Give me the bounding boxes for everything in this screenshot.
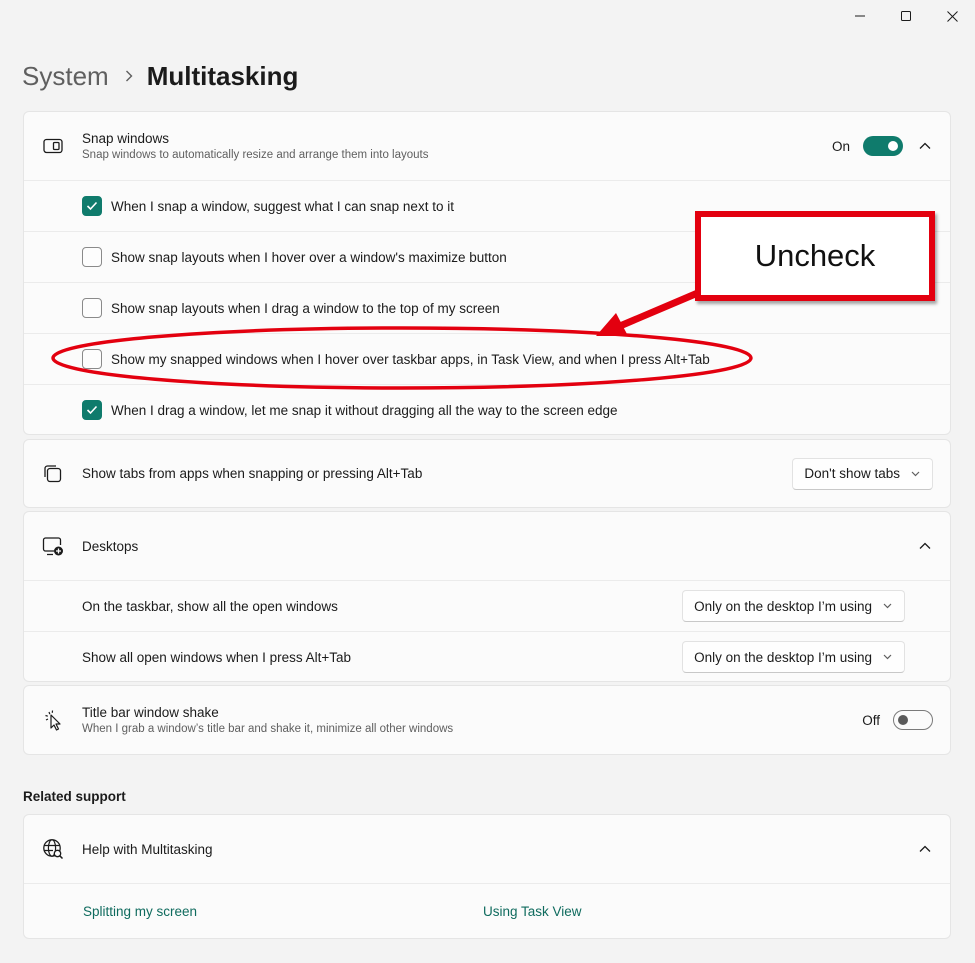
- snapped-windows-groups-checkbox[interactable]: [82, 349, 102, 369]
- snap-layouts-hover-checkbox[interactable]: [82, 247, 102, 267]
- shake-row: Title bar window shake When I grab a win…: [24, 686, 950, 754]
- breadcrumb: System Multitasking: [22, 58, 298, 94]
- alttab-windows-dropdown-value: Only on the desktop I’m using: [694, 649, 872, 665]
- chevron-up-icon[interactable]: [917, 845, 933, 853]
- help-card: Help with Multitasking Splitting my scre…: [23, 814, 951, 939]
- snap-windows-header[interactable]: Snap windows Snap windows to automatical…: [24, 112, 950, 180]
- minimize-button[interactable]: [837, 0, 883, 32]
- snap-windows-toggle-state: On: [831, 138, 850, 154]
- snap-option-row[interactable]: When I drag a window, let me snap it wit…: [24, 384, 950, 434]
- snap-option-row[interactable]: Show my snapped windows when I hover ove…: [24, 333, 950, 384]
- checkmark-icon: [86, 405, 98, 415]
- snap-layouts-drag-checkbox[interactable]: [82, 298, 102, 318]
- cursor-shake-icon: [24, 709, 82, 731]
- shake-toggle-state: Off: [862, 712, 880, 728]
- tabs-icon: [24, 464, 82, 484]
- window-controls: [837, 0, 975, 32]
- help-title: Help with Multitasking: [82, 841, 213, 857]
- annotation-callout: Uncheck: [695, 211, 935, 301]
- desktops-taskbar-row: On the taskbar, show all the open window…: [24, 580, 950, 631]
- snap-windows-toggle[interactable]: [863, 136, 903, 156]
- breadcrumb-system-link[interactable]: System: [22, 61, 109, 92]
- desktops-alttab-row: Show all open windows when I press Alt+T…: [24, 631, 950, 681]
- help-links-row: Splitting my screen Using Task View: [24, 883, 950, 938]
- close-icon: [946, 10, 958, 22]
- desktops-taskbar-label: On the taskbar, show all the open window…: [82, 598, 338, 614]
- tabs-setting-row: Show tabs from apps when snapping or pre…: [24, 440, 950, 507]
- taskbar-windows-dropdown[interactable]: Only on the desktop I’m using: [682, 590, 905, 622]
- tabs-setting-label: Show tabs from apps when snapping or pre…: [82, 466, 423, 481]
- tabs-dropdown-value: Don't show tabs: [804, 466, 900, 481]
- snap-windows-title: Snap windows: [82, 131, 170, 146]
- chevron-up-icon[interactable]: [917, 142, 933, 150]
- related-support-heading: Related support: [23, 789, 126, 804]
- chevron-down-icon: [911, 471, 920, 477]
- chevron-right-icon: [125, 70, 133, 82]
- snap-option-label: Show my snapped windows when I hover ove…: [111, 351, 710, 367]
- desktops-alttab-label: Show all open windows when I press Alt+T…: [82, 649, 352, 665]
- using-task-view-link[interactable]: Using Task View: [483, 884, 582, 938]
- chevron-down-icon: [883, 654, 892, 660]
- minimize-icon: [855, 15, 865, 17]
- desktops-icon: [24, 536, 82, 556]
- page-title: Multitasking: [146, 60, 299, 91]
- snap-windows-description: Snap windows to automatically resize and…: [82, 149, 429, 161]
- shake-description: When I grab a window’s title bar and sha…: [82, 723, 454, 735]
- globe-search-icon: [24, 838, 82, 860]
- maximize-button[interactable]: [883, 0, 929, 32]
- snap-suggest-checkbox[interactable]: [82, 196, 102, 216]
- tabs-dropdown[interactable]: Don't show tabs: [792, 457, 933, 490]
- snap-windows-icon: [24, 138, 82, 154]
- shake-toggle[interactable]: [893, 710, 933, 730]
- snap-without-edge-checkbox[interactable]: [82, 400, 102, 420]
- chevron-up-icon[interactable]: [917, 542, 933, 550]
- splitting-screen-link[interactable]: Splitting my screen: [83, 884, 197, 938]
- annotation-text: Uncheck: [754, 238, 876, 273]
- snap-option-label: Show snap layouts when I drag a window t…: [111, 300, 500, 316]
- alttab-windows-dropdown[interactable]: Only on the desktop I’m using: [682, 641, 905, 673]
- maximize-icon: [901, 11, 911, 21]
- desktops-title: Desktops: [82, 538, 139, 554]
- taskbar-windows-dropdown-value: Only on the desktop I’m using: [694, 598, 872, 614]
- shake-title: Title bar window shake: [82, 705, 219, 720]
- tabs-card: Show tabs from apps when snapping or pre…: [23, 439, 951, 508]
- snap-option-label: When I snap a window, suggest what I can…: [111, 198, 454, 214]
- chevron-down-icon: [883, 603, 892, 609]
- close-button[interactable]: [929, 0, 975, 32]
- snap-option-label: Show snap layouts when I hover over a wi…: [111, 249, 507, 265]
- desktops-card: Desktops On the taskbar, show all the op…: [23, 511, 951, 682]
- checkmark-icon: [86, 201, 98, 211]
- snap-option-label: When I drag a window, let me snap it wit…: [111, 402, 618, 418]
- desktops-header[interactable]: Desktops: [24, 512, 950, 580]
- shake-card: Title bar window shake When I grab a win…: [23, 685, 951, 755]
- help-header[interactable]: Help with Multitasking: [24, 815, 950, 883]
